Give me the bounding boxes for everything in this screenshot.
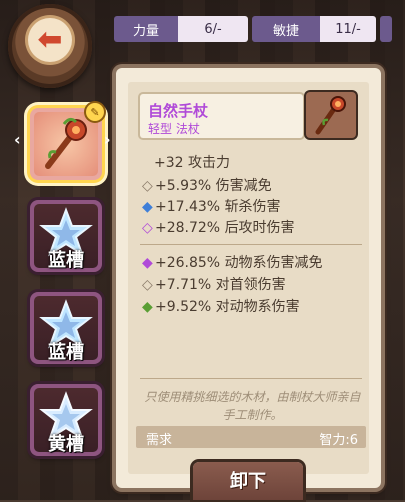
item-name: 自然手杖 [148, 102, 209, 120]
back-arrow-icon: ⬅ [28, 18, 72, 62]
attribute-text: +28.72% 后攻时伤害 [155, 220, 295, 236]
item-type: 轻型 法杖 [148, 122, 200, 136]
stat-label-strength: 力量 [114, 16, 178, 42]
attribute-line: ◇ +7.71% 对首领伤害 [142, 274, 286, 294]
attribute-line: ◆ +9.52% 对动物系伤害 [142, 296, 300, 316]
back-button[interactable]: ⬅ [8, 4, 92, 88]
attribute-text: +7.71% 对首领伤害 [155, 277, 286, 293]
divider [140, 378, 362, 379]
item-icon [306, 92, 356, 138]
attribute-line: ◇ +28.72% 后攻时伤害 [142, 217, 295, 237]
attribute-text: +9.52% 对动物系伤害 [155, 299, 300, 315]
slot-blue-2[interactable]: 蓝槽 [30, 292, 102, 364]
requirement-label: 需求 [146, 433, 173, 448]
base-stat: +32 攻击力 [154, 155, 230, 171]
attribute-line: ◆ +17.43% 斩杀伤害 [142, 196, 281, 216]
staff-icon [315, 96, 346, 135]
attribute-text: +26.85% 动物系伤害减免 [155, 255, 323, 271]
slot-label: 蓝槽 [48, 250, 84, 271]
slot-weapon-face [34, 112, 98, 176]
diamond-purple-outline-icon: ◇ [142, 220, 153, 236]
requirement-value: 智力:6 [319, 433, 358, 448]
requirement-bar: 需求 智力:6 [136, 426, 366, 448]
staff-icon [45, 117, 87, 169]
item-description: 只使用精挑细选的木材，由制杖大师亲自手工制作。 [144, 390, 361, 422]
unequip-button[interactable]: 卸下 [193, 462, 303, 500]
diamond-green-icon: ◆ [142, 299, 153, 315]
lock-icon: ✎ [86, 103, 104, 121]
slot-yellow[interactable]: 黄槽 [30, 384, 102, 456]
selected-right-arrow-icon: › [104, 130, 111, 149]
attribute-line: ◆ +26.85% 动物系伤害减免 [142, 252, 323, 272]
slot-blue-1[interactable]: 蓝槽 [30, 200, 102, 272]
diamond-outline-icon: ◇ [142, 178, 153, 194]
attribute-line: ◇ +5.93% 伤害减免 [142, 175, 272, 195]
stat-bar-overflow [380, 16, 392, 42]
slot-label: 黄槽 [48, 434, 84, 455]
stat-value-agility: 11/- [320, 16, 376, 42]
selected-left-arrow-icon: ‹ [14, 130, 21, 149]
diamond-blue-icon: ◆ [142, 199, 153, 215]
diamond-outline-icon: ◇ [142, 277, 153, 293]
stat-bar: 力量 6/- 敏捷 11/- [114, 16, 392, 42]
diamond-purple-icon: ◆ [142, 255, 153, 271]
stat-label-agility: 敏捷 [252, 16, 320, 42]
attribute-text: +17.43% 斩杀伤害 [155, 199, 281, 215]
attribute-text: +5.93% 伤害减免 [155, 178, 272, 194]
divider [140, 244, 362, 245]
stat-value-strength: 6/- [178, 16, 248, 42]
slot-label: 蓝槽 [48, 342, 84, 363]
